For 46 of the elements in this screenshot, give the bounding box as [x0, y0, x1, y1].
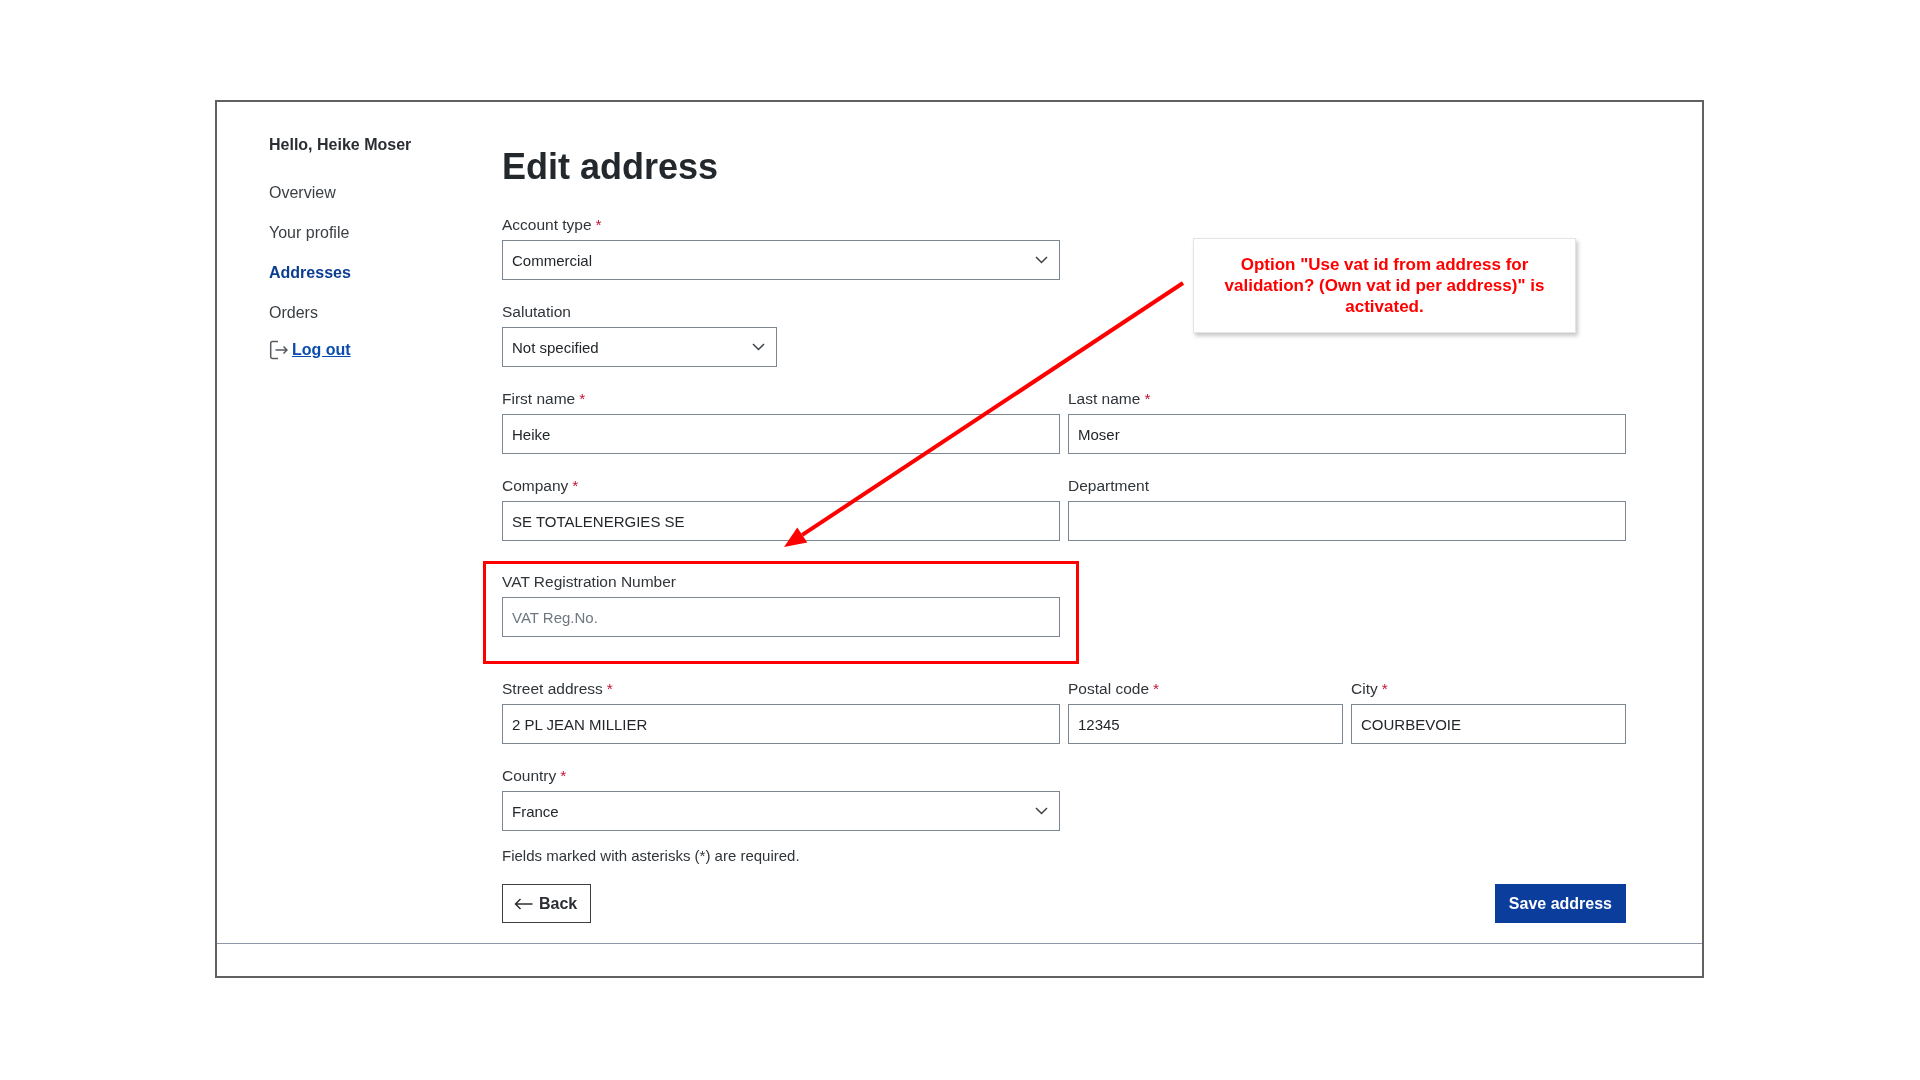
- text-field[interactable]: [1068, 501, 1626, 541]
- field-label: Country: [502, 766, 557, 786]
- text-field[interactable]: SE TOTALENERGIES SE: [502, 501, 1060, 541]
- field-label: City: [1351, 679, 1378, 699]
- field-label: Last name: [1068, 389, 1141, 409]
- required-asterisk: *: [1144, 389, 1151, 409]
- text-field[interactable]: Moser: [1068, 414, 1626, 454]
- page-title: Edit address: [502, 146, 719, 188]
- field-label: Department: [1068, 476, 1149, 496]
- chevron-down-icon: [1035, 256, 1048, 264]
- required-asterisk: *: [579, 389, 586, 409]
- chevron-down-icon: [752, 343, 765, 351]
- field-label: First name: [502, 389, 576, 409]
- required-note: Fields marked with asterisks (*) are required.: [502, 846, 800, 866]
- required-asterisk: *: [606, 679, 613, 699]
- text-field[interactable]: VAT Reg.No.: [502, 597, 1060, 637]
- required-asterisk: *: [572, 476, 579, 496]
- text-field[interactable]: 2 PL JEAN MILLIER: [502, 704, 1060, 744]
- required-asterisk: *: [595, 215, 602, 235]
- nav-link[interactable]: Orders: [269, 303, 318, 323]
- annotation-callout: Option "Use vat id from address for validation? (Own vat id per address)" is activated.: [1193, 238, 1576, 333]
- nav-link[interactable]: Overview: [269, 183, 336, 203]
- save-button[interactable]: Save address: [1494, 884, 1626, 923]
- greeting-text: Hello, Heike Moser: [269, 135, 412, 155]
- required-asterisk: *: [1381, 679, 1388, 699]
- field-label: Postal code: [1068, 679, 1149, 699]
- logout-icon: [269, 340, 288, 360]
- field-label: Company: [502, 476, 569, 496]
- required-asterisk: *: [1153, 679, 1160, 699]
- back-button[interactable]: Back: [502, 884, 592, 923]
- arrow-left-icon: [514, 897, 533, 910]
- nav-link[interactable]: Addresses: [269, 263, 351, 283]
- field-label: Account type: [502, 215, 592, 235]
- dropdown[interactable]: Not specified: [502, 327, 777, 367]
- field-label: Street address: [502, 679, 603, 699]
- text-field[interactable]: 12345: [1068, 704, 1343, 744]
- chevron-down-icon: [1035, 807, 1048, 815]
- dropdown[interactable]: France: [502, 791, 1060, 831]
- field-label: Salutation: [502, 302, 571, 322]
- field-label: VAT Registration Number: [502, 572, 676, 592]
- required-asterisk: *: [560, 766, 567, 786]
- dropdown[interactable]: Commercial: [502, 240, 1060, 280]
- logout-link[interactable]: Log out: [292, 340, 351, 360]
- text-field[interactable]: Heike: [502, 414, 1060, 454]
- nav-link[interactable]: Your profile: [269, 223, 350, 243]
- text-field[interactable]: COURBEVOIE: [1351, 704, 1626, 744]
